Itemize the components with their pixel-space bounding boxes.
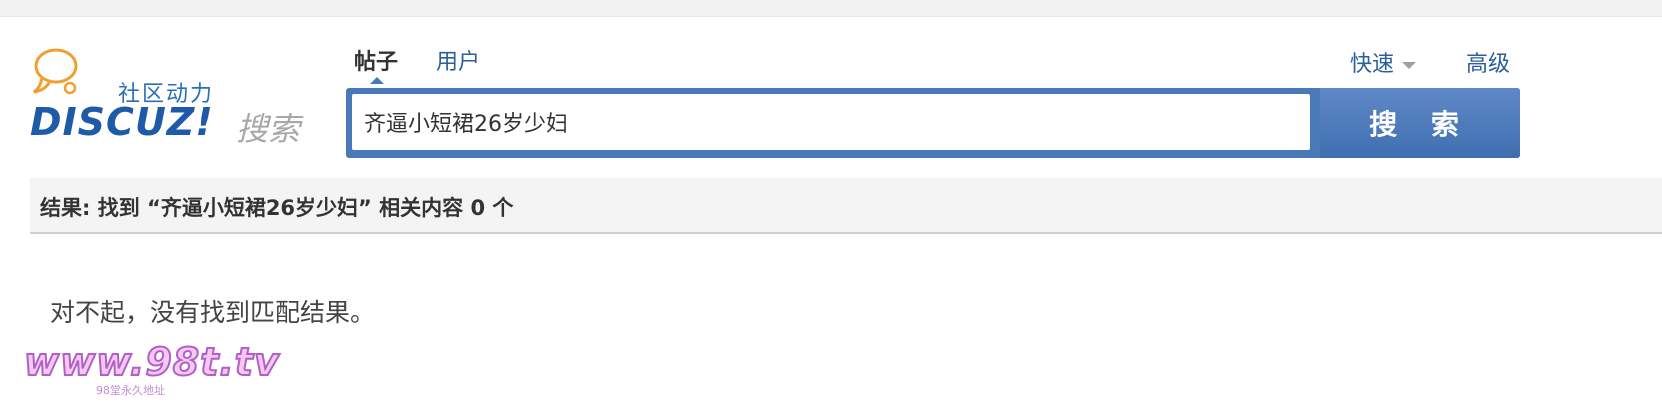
chevron-down-icon (1402, 61, 1417, 69)
result-summary-bar: 结果: 找到 “齐逼小短裙26岁少妇” 相关内容 0 个 (30, 178, 1662, 234)
result-summary: 结果: 找到 “齐逼小短裙26岁少妇” 相关内容 0 个 (40, 196, 514, 220)
logo-brand: DISCUZ! (30, 100, 214, 144)
tab-users[interactable]: 用户 (436, 44, 480, 76)
watermark-main: www.98t.tv (23, 340, 280, 384)
no-result-message: 对不起，没有找到匹配结果。 (50, 298, 376, 327)
active-tab-indicator (370, 77, 384, 84)
search-bar: 搜 索 (346, 88, 1520, 158)
quick-search-dropdown[interactable]: 快速 (1350, 46, 1417, 78)
advanced-search-link[interactable]: 高级 (1466, 46, 1510, 78)
search-input[interactable] (352, 94, 1310, 150)
speech-bubble-icon (33, 48, 78, 95)
quick-search-label: 快速 (1350, 52, 1395, 77)
watermark-logo: www.98t.tv 98堂永久地址 (23, 340, 280, 397)
tab-posts[interactable]: 帖子 (354, 44, 398, 76)
watermark-sub: 98堂永久地址 (96, 384, 165, 397)
discuz-logo[interactable]: 社区动力 DISCUZ! 搜索 (30, 44, 300, 154)
search-button[interactable]: 搜 索 (1320, 88, 1520, 158)
logo-search-word: 搜索 (236, 110, 301, 148)
top-bar (0, 0, 1662, 17)
